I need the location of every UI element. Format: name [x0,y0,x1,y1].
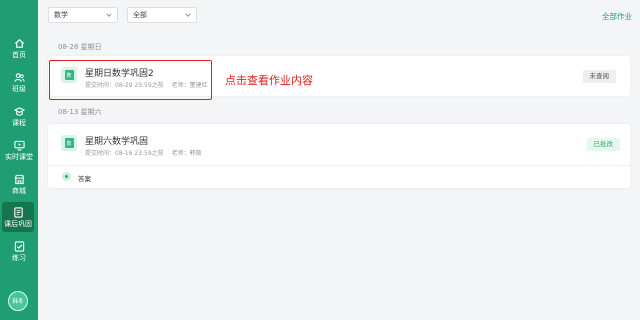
homework-meta: 提交时间：08-29 23:59之前 老师：董建红 [85,80,208,89]
homework-item[interactable]: 数 星期六数学巩固 提交时间：08-16 23:59之前 老师：韩敬 已批改 [48,124,630,164]
class-icon [13,72,25,82]
sidebar-item-live-class[interactable]: 实时课堂 [0,135,38,165]
teacher-name: 老师：董建红 [171,82,208,89]
sidebar-item-label: 首页 [12,50,26,59]
math-subject-icon: 数 [61,67,77,83]
all-homework-link[interactable]: 全部作业 [602,11,632,22]
homework-item[interactable]: 数 星期日数学巩固2 提交时间：08-29 23:59之前 老师：董建红 未查阅 [48,56,630,96]
status-badge: 未查阅 [582,70,616,83]
submit-deadline: 提交时间：08-29 23:59之前 [85,82,164,89]
sidebar-item-label: 班级 [12,84,26,93]
sidebar-item-class[interactable]: 班级 [0,67,38,97]
subject-glyph: 数 [64,70,74,80]
subject-select[interactable]: 数学 [48,7,118,23]
math-subject-icon: 数 [61,135,77,151]
answer-label: 答案 [78,175,91,183]
homework-meta: 提交时间：08-16 23:59之前 老师：韩敬 [85,148,202,157]
sidebar-item-label: 课程 [12,118,26,127]
course-icon [13,106,25,116]
sidebar-item-course[interactable]: 课程 [0,101,38,131]
sidebar-item-label: 实时课堂 [5,152,33,161]
sidebar-item-label: 练习 [12,253,26,262]
sidebar-item-practice[interactable]: 练习 [0,236,38,266]
homework-card: 数 星期日数学巩固2 提交时间：08-29 23:59之前 老师：董建红 未查阅 [48,56,630,96]
teacher-name: 老师：韩敬 [171,150,202,157]
sidebar-item-home[interactable]: 首页 [0,33,38,63]
status-badge: 已批改 [586,138,620,151]
live-class-icon [13,140,25,150]
practice-icon [14,240,24,252]
homework-title: 星期日数学巩固2 [85,69,154,79]
homework-card: 数 星期六数学巩固 提交时间：08-16 23:59之前 老师：韩敬 已批改 答案 [48,124,630,188]
chevron-down-icon [106,13,112,17]
answer-icon [62,172,71,181]
sidebar: 首页 班级 课程 实时课堂 商城 课后巩固 练习 韩冬 [0,0,38,320]
sidebar-item-label: 课后巩固 [4,219,32,228]
sidebar-item-label: 商城 [12,186,26,195]
date-heading: 08-13 星期六 [58,108,102,116]
avatar[interactable]: 韩冬 [8,291,28,311]
homework-title: 星期六数学巩固 [85,137,149,147]
answer-link[interactable]: 答案 [48,166,630,188]
annotation-text: 点击查看作业内容 [225,74,313,87]
status-select-value: 全部 [133,11,147,19]
chevron-down-icon [185,13,191,17]
home-icon [14,38,24,48]
submit-deadline: 提交时间：08-16 23:59之前 [85,150,164,157]
store-icon [14,174,24,184]
subject-select-value: 数学 [54,11,68,19]
subject-glyph: 数 [64,138,74,148]
homework-icon [13,206,23,218]
sidebar-item-store[interactable]: 商城 [0,169,38,199]
sidebar-item-homework[interactable]: 课后巩固 [2,202,34,232]
date-heading: 08-28 星期日 [58,43,102,51]
status-select[interactable]: 全部 [127,7,197,23]
